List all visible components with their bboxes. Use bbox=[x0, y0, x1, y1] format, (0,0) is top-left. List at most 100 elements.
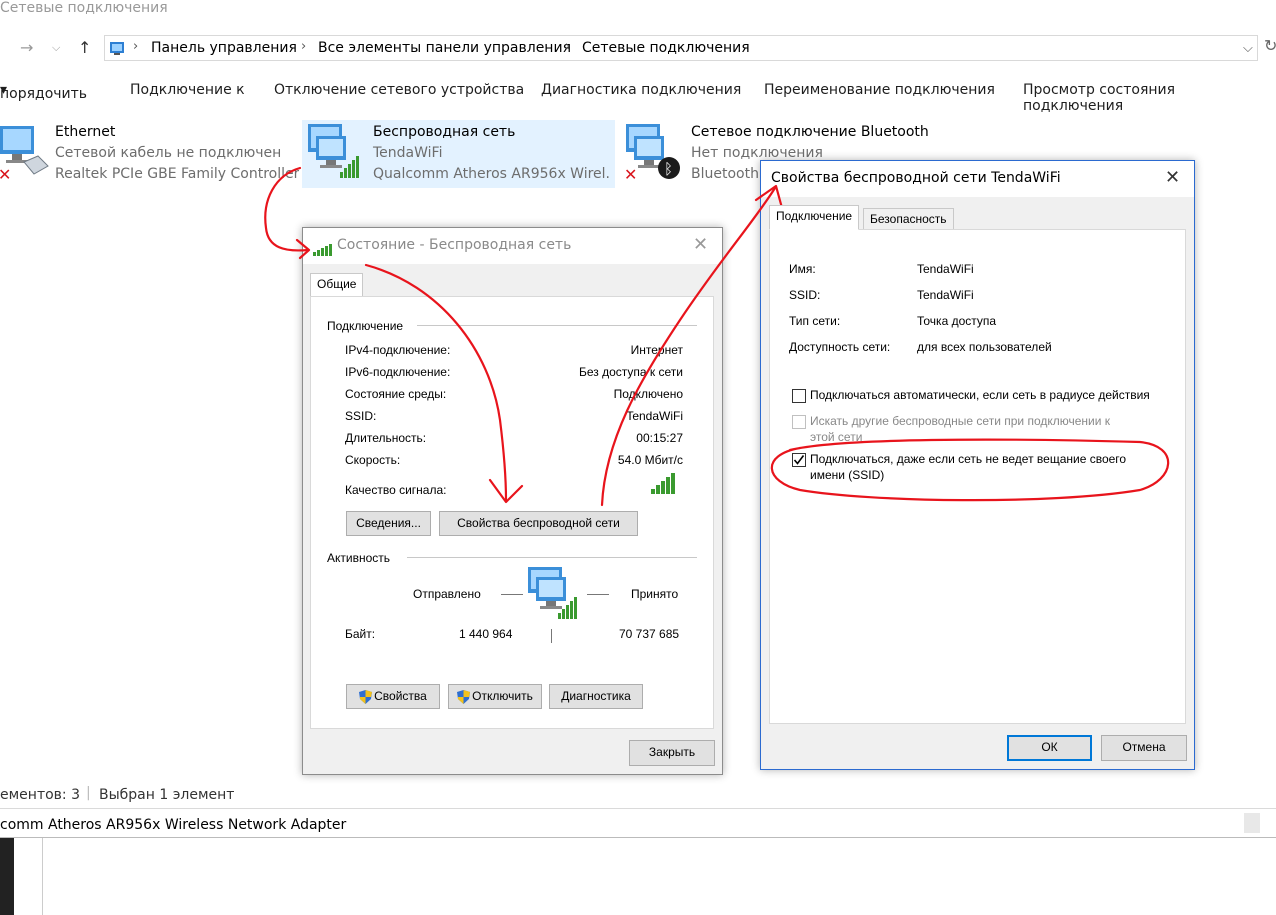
availability-value: для всех пользователей bbox=[917, 340, 1052, 354]
window-title: Сетевые подключения bbox=[0, 0, 1276, 26]
search-other-networks-checkbox bbox=[792, 415, 806, 429]
uac-shield-icon bbox=[457, 689, 471, 704]
adapter-device: Qualcomm Atheros AR956x Wirel... bbox=[373, 166, 609, 182]
network-type-value: Точка доступа bbox=[917, 314, 997, 328]
close-icon[interactable]: ✕ bbox=[693, 234, 708, 255]
refresh-icon[interactable]: ↻ bbox=[1264, 36, 1276, 55]
wireless-properties-dialog: Свойства беспроводной сети TendaWiFi ✕ П… bbox=[760, 160, 1195, 770]
ssid-label: SSID: bbox=[345, 409, 377, 423]
rename-button[interactable]: Переименование подключения bbox=[764, 82, 995, 98]
adapter-name: Сетевое подключение Bluetooth bbox=[691, 124, 929, 140]
name-label: Имя: bbox=[789, 262, 816, 276]
background-divider bbox=[42, 838, 43, 915]
connect-to-button[interactable]: Подключение к bbox=[130, 82, 245, 98]
adapter-name: Ethernet bbox=[55, 124, 116, 140]
wireless-dialog-titlebar: Свойства беспроводной сети TendaWiFi ✕ bbox=[761, 161, 1194, 197]
speed-label: Скорость: bbox=[345, 453, 401, 467]
adapter-status: Сетевой кабель не подключен bbox=[55, 145, 282, 161]
status-bar: ементов: 3 | Выбран 1 элемент bbox=[0, 785, 800, 805]
ok-button[interactable]: ОК bbox=[1007, 735, 1092, 761]
network-activity-icon bbox=[528, 567, 577, 619]
received-label: Принято bbox=[631, 587, 679, 601]
adapter-device: Realtek PCIe GBE Family Controller bbox=[55, 166, 300, 182]
scroll-button[interactable] bbox=[1244, 813, 1260, 833]
connect-hidden-ssid-checkbox[interactable] bbox=[792, 453, 806, 467]
close-icon[interactable]: ✕ bbox=[1165, 167, 1180, 188]
control-panel-icon bbox=[110, 42, 124, 55]
details-text: comm Atheros AR956x Wireless Network Ada… bbox=[0, 817, 347, 833]
ipv4-label: IPv4-подключение: bbox=[345, 343, 451, 357]
svg-text:✕: ✕ bbox=[624, 165, 637, 180]
media-state-label: Состояние среды: bbox=[345, 387, 447, 401]
network-type-label: Тип сети: bbox=[789, 314, 841, 328]
wireless-properties-button[interactable]: Свойства беспроводной сети bbox=[439, 511, 638, 536]
connect-hidden-label-line2: имени (SSID) bbox=[810, 468, 885, 482]
bytes-received-value: 70 737 685 bbox=[619, 627, 680, 641]
tab-connection[interactable]: Подключение bbox=[769, 205, 860, 230]
section-divider bbox=[407, 557, 697, 558]
media-state-value: Подключено bbox=[613, 387, 683, 401]
disable-device-button[interactable]: Отключение сетевого устройства bbox=[274, 82, 524, 98]
window-title-text: Сетевые подключения bbox=[0, 0, 168, 16]
wireless-dialog-title: Свойства беспроводной сети TendaWiFi bbox=[771, 170, 1061, 186]
tab-general[interactable]: Общие bbox=[310, 273, 364, 297]
item-count: ементов: 3 bbox=[0, 787, 80, 803]
properties-button[interactable]: Свойства bbox=[346, 684, 440, 709]
adapter-status: Нет подключения bbox=[691, 145, 823, 161]
adapter-ethernet[interactable]: ✕ Ethernet Сетевой кабель не подключен R… bbox=[0, 118, 300, 188]
bytes-sent-value: 1 440 964 bbox=[459, 627, 513, 641]
breadcrumb-all-items[interactable]: Все элементы панели управления bbox=[318, 40, 571, 56]
signal-icon bbox=[313, 240, 333, 256]
wireless-adapter-icon bbox=[308, 124, 359, 178]
close-button[interactable]: Закрыть bbox=[629, 740, 715, 766]
details-button[interactable]: Сведения... bbox=[346, 511, 431, 536]
selected-count: Выбран 1 элемент bbox=[99, 787, 235, 803]
ssid-value: TendaWiFi bbox=[917, 288, 974, 302]
sent-label: Отправлено bbox=[413, 587, 481, 601]
view-status-button[interactable]: Просмотр состояния подключения bbox=[1023, 82, 1276, 114]
background-window bbox=[0, 838, 1276, 915]
speed-value: 54.0 Мбит/с bbox=[617, 453, 683, 467]
received-line bbox=[587, 594, 609, 595]
adapter-status: TendaWiFi bbox=[373, 145, 443, 161]
activity-section-label: Активность bbox=[327, 551, 391, 565]
section-divider bbox=[417, 325, 697, 326]
sent-line bbox=[501, 594, 523, 595]
breadcrumb-control-panel[interactable]: Панель управления bbox=[151, 40, 297, 56]
breadcrumb-sep-icon: › bbox=[133, 39, 139, 54]
forward-arrow-icon[interactable]: → bbox=[20, 38, 33, 57]
connection-section-label: Подключение bbox=[327, 319, 404, 333]
address-dropdown-icon[interactable]: ⌵ bbox=[1243, 41, 1253, 56]
auto-connect-label: Подключаться автоматически, если сеть в … bbox=[810, 388, 1150, 402]
uac-shield-icon bbox=[359, 689, 373, 704]
adapter-device: Bluetooth bbox=[691, 166, 759, 182]
history-chevron-icon[interactable]: ⌵ bbox=[52, 41, 60, 55]
disable-button[interactable]: Отключить bbox=[448, 684, 542, 709]
address-box[interactable]: › Панель управления › Все элементы панел… bbox=[104, 35, 1258, 61]
signal-quality-label: Качество сигнала: bbox=[345, 483, 447, 497]
tab-security[interactable]: Безопасность bbox=[863, 208, 954, 230]
bytes-divider bbox=[551, 629, 552, 643]
breadcrumb-sep-icon: › bbox=[565, 39, 571, 54]
ipv4-value: Интернет bbox=[630, 343, 683, 357]
diagnose-button[interactable]: Диагностика bbox=[549, 684, 643, 709]
ipv6-value: Без доступа к сети bbox=[579, 365, 683, 379]
adapter-wireless[interactable]: Беспроводная сеть TendaWiFi Qualcomm Ath… bbox=[306, 118, 612, 188]
organize-menu[interactable]: порядочить ▾ bbox=[0, 82, 87, 102]
status-dialog: Состояние - Беспроводная сеть ✕ Общие По… bbox=[302, 227, 723, 775]
signal-strength-icon bbox=[651, 473, 676, 494]
checkmark-icon bbox=[793, 455, 805, 465]
breadcrumb-network-connections[interactable]: Сетевые подключения bbox=[582, 40, 750, 56]
up-arrow-icon[interactable]: ↑ bbox=[78, 38, 91, 57]
duration-value: 00:15:27 bbox=[636, 431, 683, 445]
name-value: TendaWiFi bbox=[917, 262, 974, 276]
cancel-button[interactable]: Отмена bbox=[1101, 735, 1187, 761]
breadcrumb-sep-icon: › bbox=[301, 39, 307, 54]
ipv6-label: IPv6-подключение: bbox=[345, 365, 451, 379]
ssid-value: TendaWiFi bbox=[626, 409, 683, 423]
diagnose-button[interactable]: Диагностика подключения bbox=[541, 82, 741, 98]
auto-connect-checkbox[interactable] bbox=[792, 389, 806, 403]
status-dialog-titlebar: Состояние - Беспроводная сеть ✕ bbox=[303, 228, 722, 264]
duration-label: Длительность: bbox=[345, 431, 427, 445]
command-bar: порядочить ▾ Подключение к Отключение се… bbox=[0, 78, 1276, 114]
